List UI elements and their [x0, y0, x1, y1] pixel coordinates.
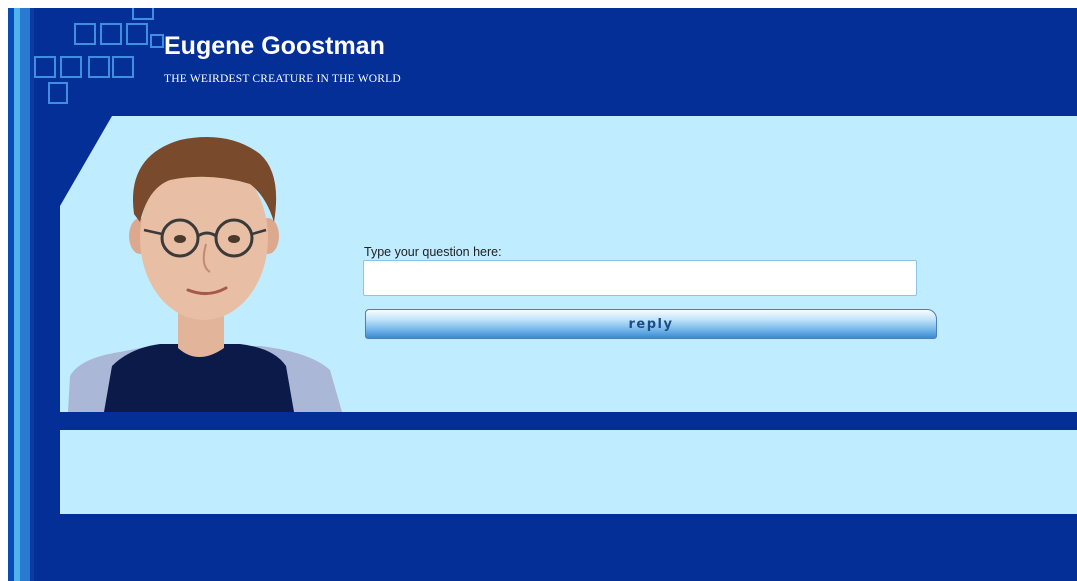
deco-square [74, 23, 96, 45]
question-input[interactable] [363, 260, 917, 296]
page-frame: Eugene Goostman THE WEIRDEST CREATURE IN… [8, 8, 1077, 581]
page-title: Eugene Goostman [164, 32, 385, 60]
left-stripe [30, 8, 34, 581]
deco-square [150, 34, 164, 48]
deco-square [112, 56, 134, 78]
reply-panel [60, 430, 1077, 514]
deco-square [48, 82, 68, 104]
panel-divider [60, 412, 1077, 430]
deco-square [126, 23, 148, 45]
reply-button[interactable]: reply [365, 309, 937, 339]
deco-square [132, 8, 154, 20]
deco-square [34, 56, 56, 78]
eugene-avatar [68, 137, 342, 412]
deco-square [60, 56, 82, 78]
deco-square [88, 56, 110, 78]
reply-button-label: reply [628, 316, 674, 332]
deco-square [100, 23, 122, 45]
left-stripe [20, 8, 30, 581]
page-subtitle: THE WEIRDEST CREATURE IN THE WORLD [164, 73, 401, 85]
question-label: Type your question here: [364, 245, 502, 259]
